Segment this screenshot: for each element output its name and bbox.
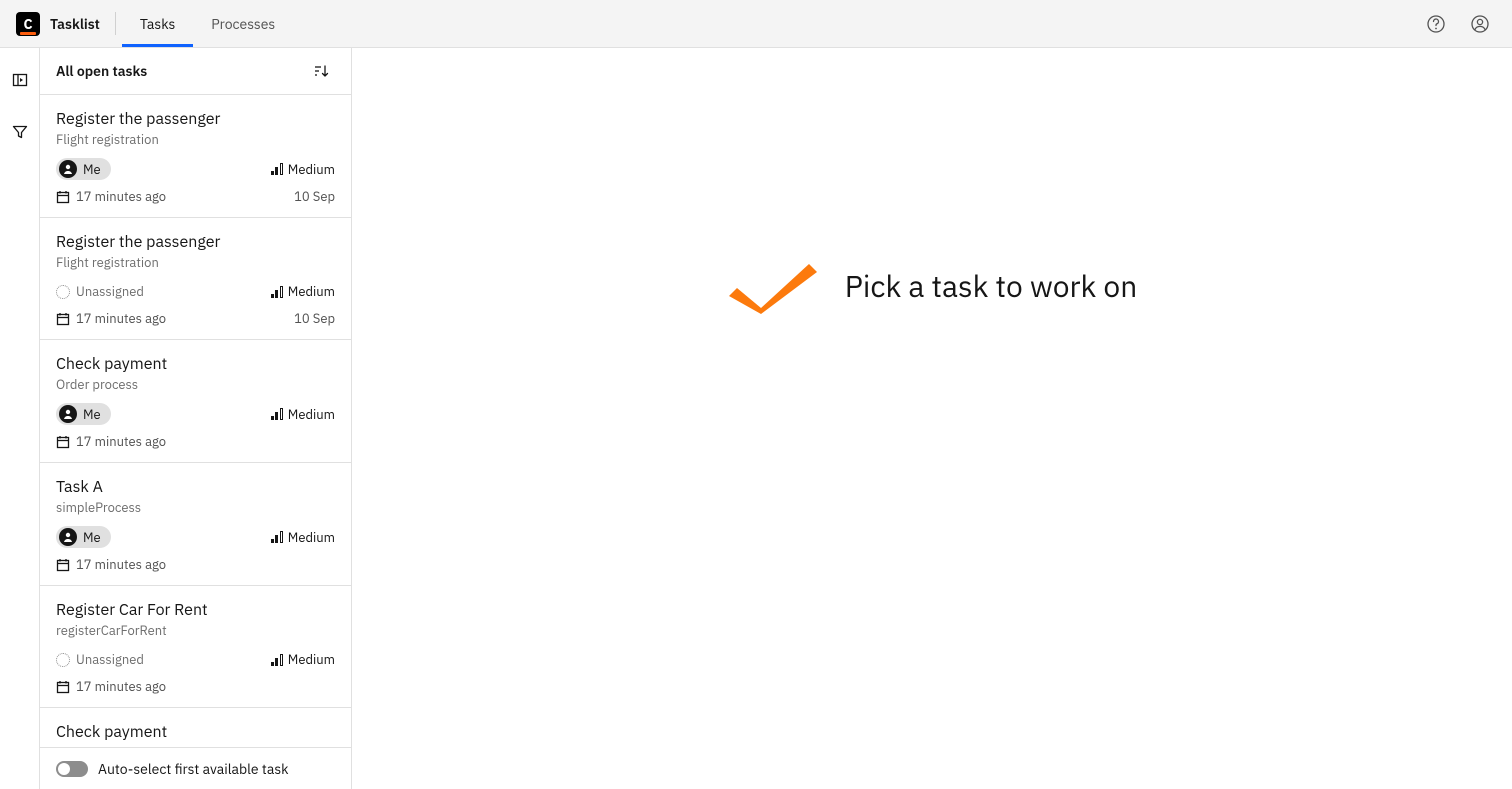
assignee-pill: Unassigned	[56, 281, 144, 302]
auto-select-toggle[interactable]	[56, 761, 88, 777]
user-menu-button[interactable]	[1460, 4, 1500, 44]
assignee-label: Me	[83, 529, 101, 546]
priority-bars-icon	[271, 286, 283, 298]
assignee-label: Me	[83, 161, 101, 178]
created-label: 17 minutes ago	[76, 188, 166, 205]
empty-state: Pick a task to work on	[727, 258, 1138, 314]
task-item[interactable]: Task A simpleProcess Me Medium 17 m	[40, 463, 351, 586]
priority-label: Medium	[288, 283, 335, 300]
task-list-header: All open tasks	[40, 48, 351, 95]
assignee-pill: Me	[56, 158, 111, 180]
task-priority: Medium	[271, 529, 335, 546]
unassigned-icon	[56, 285, 70, 299]
assignee-pill: Unassigned	[56, 649, 144, 670]
priority-label: Medium	[288, 161, 335, 178]
calendar-icon	[56, 680, 70, 694]
task-created: 17 minutes ago	[56, 433, 166, 450]
assignee-label: Unassigned	[76, 283, 144, 300]
assignee-pill: Me	[56, 526, 111, 548]
task-priority: Medium	[271, 651, 335, 668]
main-content: Pick a task to work on	[352, 48, 1512, 789]
logo-icon: C	[16, 12, 40, 36]
expand-panel-icon	[12, 72, 28, 88]
created-label: 17 minutes ago	[76, 433, 166, 450]
task-item[interactable]: Register Car For Rent registerCarForRent…	[40, 586, 351, 708]
tab-processes[interactable]: Processes	[193, 0, 293, 47]
auto-select-label: Auto-select first available task	[98, 760, 289, 778]
task-item[interactable]: Register the passenger Flight registrati…	[40, 95, 351, 218]
task-title: Task A	[56, 477, 335, 497]
task-created: 17 minutes ago	[56, 310, 166, 327]
task-title: Register Car For Rent	[56, 600, 335, 620]
priority-label: Medium	[288, 529, 335, 546]
task-item[interactable]: Check payment Order process Me Medium	[40, 340, 351, 463]
priority-bars-icon	[271, 408, 283, 420]
app-header: C Tasklist Tasks Processes	[0, 0, 1512, 48]
user-icon	[1470, 14, 1490, 34]
task-list-panel: All open tasks Register the passenger Fl…	[40, 48, 352, 789]
avatar-icon	[59, 528, 77, 546]
task-title: Register the passenger	[56, 109, 335, 129]
task-priority: Medium	[271, 406, 335, 423]
calendar-icon	[56, 190, 70, 204]
avatar-icon	[59, 405, 77, 423]
main-nav: Tasks Processes	[122, 0, 293, 47]
task-list-scroll[interactable]: Register the passenger Flight registrati…	[40, 95, 351, 747]
calendar-icon	[56, 312, 70, 326]
task-process: simpleProcess	[56, 499, 335, 516]
task-item[interactable]: Register the passenger Flight registrati…	[40, 218, 351, 340]
task-title: Register the passenger	[56, 232, 335, 252]
created-label: 17 minutes ago	[76, 678, 166, 695]
help-icon	[1426, 14, 1446, 34]
task-item[interactable]: Check payment Order process Me Medium	[40, 708, 351, 747]
priority-bars-icon	[271, 531, 283, 543]
task-created: 17 minutes ago	[56, 678, 166, 695]
empty-state-text: Pick a task to work on	[845, 267, 1138, 306]
assignee-label: Unassigned	[76, 651, 144, 668]
task-priority: Medium	[271, 161, 335, 178]
calendar-icon	[56, 558, 70, 572]
task-process: Order process	[56, 376, 335, 393]
task-list-footer: Auto-select first available task	[40, 747, 351, 789]
tab-tasks[interactable]: Tasks	[122, 0, 193, 47]
priority-bars-icon	[271, 163, 283, 175]
priority-label: Medium	[288, 406, 335, 423]
unassigned-icon	[56, 653, 70, 667]
task-created: 17 minutes ago	[56, 188, 166, 205]
task-due: 10 Sep	[294, 188, 335, 205]
sort-button[interactable]	[307, 57, 335, 85]
task-created: 17 minutes ago	[56, 556, 166, 573]
task-filter-title: All open tasks	[56, 62, 147, 80]
calendar-icon	[56, 435, 70, 449]
help-button[interactable]	[1416, 4, 1456, 44]
app-logo[interactable]: C Tasklist	[16, 0, 116, 47]
task-due: 10 Sep	[294, 310, 335, 327]
task-title: Check payment	[56, 722, 335, 742]
priority-bars-icon	[271, 654, 283, 666]
tab-label: Tasks	[140, 15, 175, 33]
task-process: Flight registration	[56, 254, 335, 271]
side-rail	[0, 48, 40, 789]
filter-icon	[12, 124, 28, 140]
expand-panel-button[interactable]	[6, 66, 34, 94]
avatar-icon	[59, 160, 77, 178]
sort-icon	[313, 63, 329, 79]
priority-label: Medium	[288, 651, 335, 668]
assignee-label: Me	[83, 406, 101, 423]
tab-label: Processes	[211, 15, 275, 33]
created-label: 17 minutes ago	[76, 556, 166, 573]
filter-button[interactable]	[6, 118, 34, 146]
task-process: Flight registration	[56, 131, 335, 148]
header-icons	[1416, 0, 1500, 47]
assignee-pill: Me	[56, 403, 111, 425]
app-title: Tasklist	[50, 15, 100, 33]
app-body: All open tasks Register the passenger Fl…	[0, 48, 1512, 789]
task-title: Check payment	[56, 354, 335, 374]
logo-letter: C	[23, 17, 32, 31]
created-label: 17 minutes ago	[76, 310, 166, 327]
task-process: registerCarForRent	[56, 622, 335, 639]
task-priority: Medium	[271, 283, 335, 300]
checkmark-icon	[727, 258, 817, 314]
